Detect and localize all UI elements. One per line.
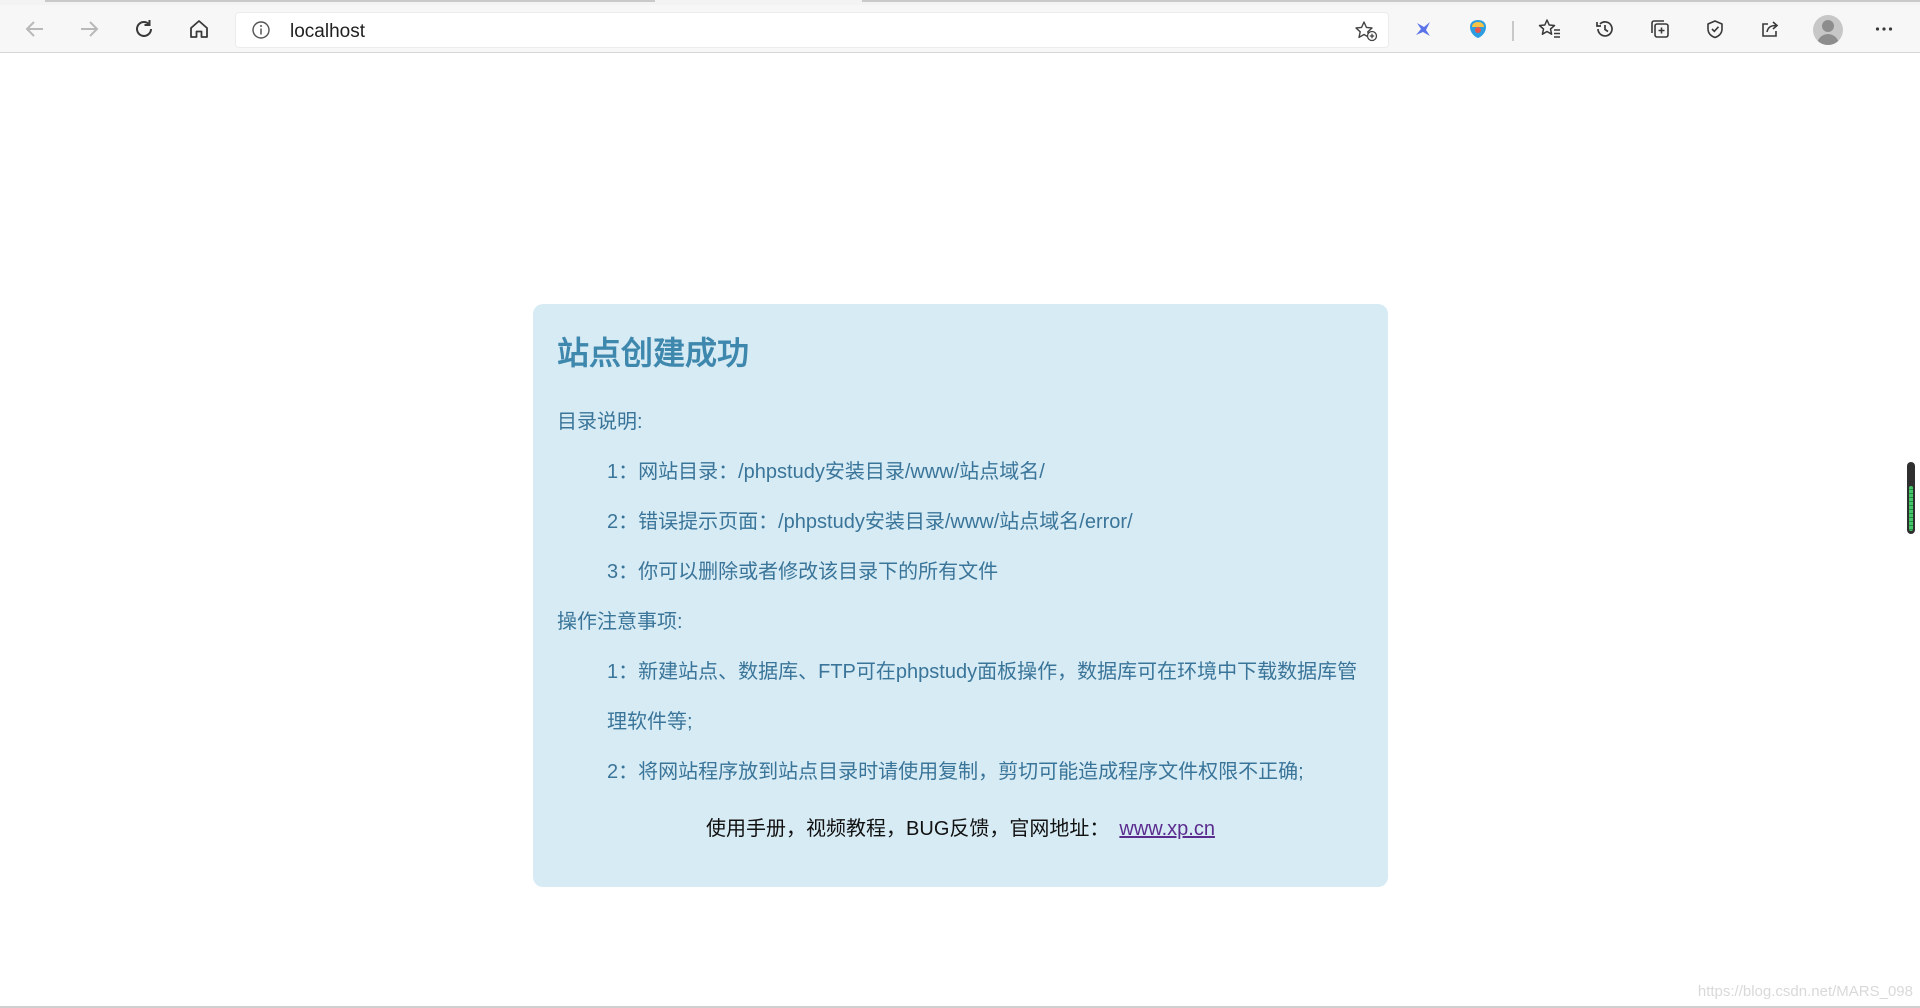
avatar-head xyxy=(1822,20,1834,32)
ops-item-2: 2：将网站程序放到站点目录时请使用复制，剪切可能造成程序文件权限不正确; xyxy=(607,761,1304,783)
history-button[interactable] xyxy=(1588,13,1622,45)
back-arrow-icon xyxy=(25,21,43,37)
forward-arrow-icon xyxy=(81,21,99,37)
performance-button[interactable] xyxy=(1698,13,1732,45)
scrollbar-indicator xyxy=(1909,486,1913,531)
footer-text: 使用手册，视频教程，BUG反馈，官网地址： xyxy=(706,818,1110,840)
extension-bird-button[interactable] xyxy=(1406,13,1440,45)
history-icon xyxy=(1596,21,1613,37)
back-button[interactable] xyxy=(18,13,52,45)
toolbar-separator xyxy=(1512,21,1514,41)
info-icon[interactable] xyxy=(251,20,271,40)
dir-item-1: 1：网站目录：/phpstudy安装目录/www/站点域名/ xyxy=(607,461,1045,483)
ops-item-1: 1：新建站点、数据库、FTP可在phpstudy面板操作，数据库可在环境中下载数… xyxy=(607,661,1358,683)
dir-heading: 目录说明: xyxy=(557,411,643,433)
share-button[interactable] xyxy=(1753,13,1787,45)
dir-item-2: 2：错误提示页面：/phpstudy安装目录/www/站点域名/error/ xyxy=(607,511,1133,533)
favorites-icon xyxy=(1538,19,1560,38)
extension-bird-icon xyxy=(1416,22,1430,36)
tab-edge-right xyxy=(862,0,1920,2)
official-site-link[interactable]: www.xp.cn xyxy=(1119,818,1215,840)
extension-shield-icon xyxy=(1470,20,1486,38)
refresh-button[interactable] xyxy=(127,13,161,45)
footer-line: 使用手册，视频教程，BUG反馈，官网地址： www.xp.cn xyxy=(533,812,1388,841)
ops-item-1-cont: 理软件等; xyxy=(607,711,693,733)
watermark: https://blog.csdn.net/MARS_098 xyxy=(1697,983,1913,1000)
profile-avatar-icon[interactable] xyxy=(1813,15,1843,45)
collections-icon xyxy=(1651,20,1669,38)
forward-button[interactable] xyxy=(72,13,106,45)
address-bar[interactable]: localhost xyxy=(235,12,1389,48)
share-icon xyxy=(1762,21,1779,37)
collections-button[interactable] xyxy=(1643,13,1677,45)
page-title: 站点创建成功 xyxy=(557,335,750,371)
browser-toolbar: localhost xyxy=(0,5,1920,53)
dir-item-3: 3：你可以删除或者修改该目录下的所有文件 xyxy=(607,561,999,583)
success-card: 站点创建成功 目录说明: 1：网站目录：/phpstudy安装目录/www/站点… xyxy=(533,304,1388,887)
home-button[interactable] xyxy=(182,13,216,45)
tab-edge-left xyxy=(45,0,655,2)
refresh-icon xyxy=(136,20,152,37)
more-menu-icon xyxy=(1875,27,1893,31)
avatar-body xyxy=(1817,34,1839,45)
extension-shield-button[interactable] xyxy=(1461,13,1495,45)
more-menu-button[interactable] xyxy=(1867,13,1901,45)
performance-icon xyxy=(1707,20,1723,39)
ops-heading: 操作注意事项: xyxy=(557,611,683,633)
favorites-button[interactable] xyxy=(1533,13,1567,45)
scrollbar-thumb[interactable] xyxy=(1907,462,1915,534)
add-favorite-icon[interactable] xyxy=(1354,20,1378,42)
address-text: localhost xyxy=(290,21,365,42)
home-icon xyxy=(190,20,208,38)
